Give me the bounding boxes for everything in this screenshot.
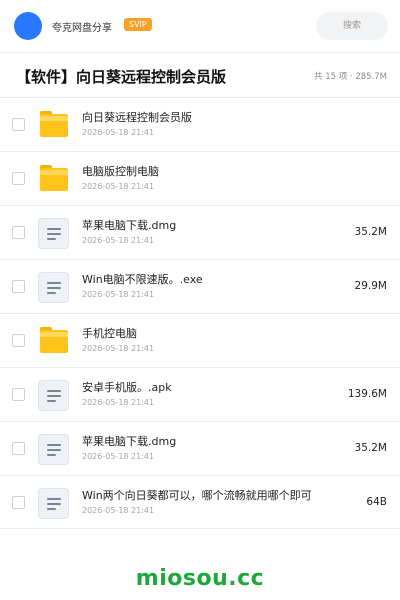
file-size: 64B <box>366 496 387 508</box>
watermark: miosou.cc <box>135 566 265 591</box>
file-name: 电脑版控制电脑 <box>82 165 159 178</box>
file-name: 手机控电脑 <box>82 327 137 340</box>
avatar[interactable] <box>14 12 42 40</box>
file-row[interactable]: 向日葵远程控制会员版 2026-05-18 21:41 <box>0 97 400 151</box>
file-row[interactable]: 安卓手机版。.apk 2026-05-18 21:41 139.6M <box>0 367 400 421</box>
file-row[interactable]: Win电脑不限速版。.exe 2026-05-18 21:41 29.9M <box>0 259 400 313</box>
select-checkbox[interactable] <box>12 118 25 131</box>
share-meta: 共 15 项 · 285.7M <box>314 72 387 82</box>
file-date: 2026-05-18 21:41 <box>82 290 155 299</box>
select-checkbox[interactable] <box>12 442 25 455</box>
share-header: 【软件】向日葵远程控制会员版 共 15 项 · 285.7M <box>0 53 400 97</box>
folder-icon <box>40 111 68 137</box>
file-date: 2026-05-18 21:41 <box>82 398 155 407</box>
file-date: 2026-05-18 21:41 <box>82 128 155 137</box>
document-icon <box>38 380 69 411</box>
top-bar: 夸克网盘分享 SVIP 搜索 <box>0 0 400 52</box>
document-icon <box>38 218 69 249</box>
select-checkbox[interactable] <box>12 172 25 185</box>
file-name: Win电脑不限速版。.exe <box>82 273 203 286</box>
file-row[interactable]: Win两个向日葵都可以，哪个流畅就用哪个即可 2026-05-18 21:41 64… <box>0 475 400 529</box>
search-button[interactable]: 搜索 <box>316 12 388 40</box>
username: 夸克网盘分享 <box>52 23 112 34</box>
file-list: 向日葵远程控制会员版 2026-05-18 21:41 电脑版控制电脑 2026-05… <box>0 97 400 529</box>
document-icon <box>38 434 69 465</box>
file-size: 29.9M <box>354 280 387 292</box>
file-name: 苹果电脑下载.dmg <box>82 435 177 448</box>
document-icon <box>38 488 69 519</box>
file-date: 2026-05-18 21:41 <box>82 506 155 515</box>
file-name: 苹果电脑下载.dmg <box>82 219 177 232</box>
file-size: 35.2M <box>354 442 387 454</box>
select-checkbox[interactable] <box>12 496 25 509</box>
file-date: 2026-05-18 21:41 <box>82 236 155 245</box>
file-row[interactable]: 电脑版控制电脑 2026-05-18 21:41 <box>0 151 400 205</box>
folder-icon <box>40 165 68 191</box>
folder-icon <box>40 327 68 353</box>
file-size: 35.2M <box>354 226 387 238</box>
select-checkbox[interactable] <box>12 334 25 347</box>
file-date: 2026-05-18 21:41 <box>82 452 155 461</box>
file-name: Win两个向日葵都可以，哪个流畅就用哪个即可 <box>82 489 312 502</box>
select-checkbox[interactable] <box>12 280 25 293</box>
share-title: 【软件】向日葵远程控制会员版 <box>16 68 227 86</box>
file-row[interactable]: 苹果电脑下载.dmg 2026-05-18 21:41 35.2M <box>0 421 400 475</box>
document-icon <box>38 272 69 303</box>
file-name: 向日葵远程控制会员版 <box>82 111 192 124</box>
svip-badge: SVIP <box>124 18 152 31</box>
file-row[interactable]: 苹果电脑下载.dmg 2026-05-18 21:41 35.2M <box>0 205 400 259</box>
file-row[interactable]: 手机控电脑 2026-05-18 21:41 <box>0 313 400 367</box>
file-name: 安卓手机版。.apk <box>82 381 172 394</box>
select-checkbox[interactable] <box>12 226 25 239</box>
file-size: 139.6M <box>347 388 387 400</box>
file-date: 2026-05-18 21:41 <box>82 344 155 353</box>
file-date: 2026-05-18 21:41 <box>82 182 155 191</box>
select-checkbox[interactable] <box>12 388 25 401</box>
